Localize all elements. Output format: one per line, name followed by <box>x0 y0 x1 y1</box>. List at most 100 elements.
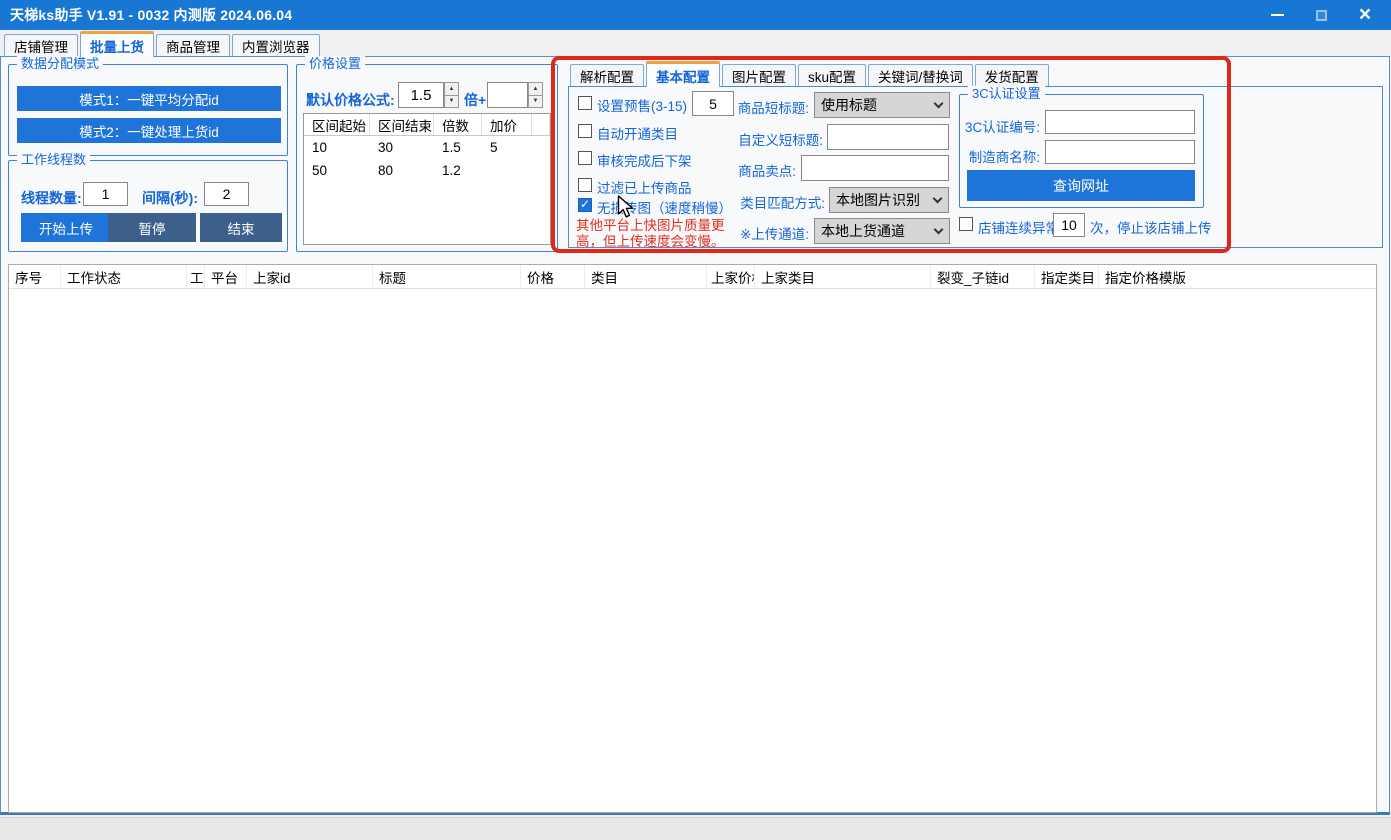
pause-button[interactable]: 暂停 <box>108 213 196 242</box>
mode2-button[interactable]: 模式2：一键处理上货id <box>17 118 281 143</box>
minimize-icon <box>1271 14 1284 16</box>
close-button[interactable]: × <box>1343 0 1387 30</box>
tab-builtin-browser[interactable]: 内置浏览器 <box>232 34 320 57</box>
short-title-select[interactable]: 使用标题 <box>814 92 950 118</box>
presale-checkbox[interactable] <box>578 96 592 110</box>
cert-no-label: 3C认证编号: <box>965 116 1040 136</box>
lossless-warning-line2: 高，但上传速度会变慢。 <box>576 230 725 250</box>
col-source-id[interactable]: 上家id <box>247 265 373 288</box>
interval-input[interactable] <box>204 182 249 206</box>
col-fission-sublink-id[interactable]: 裂变_子链id <box>931 265 1035 288</box>
jobs-table: 序号 工作状态 工 平台 上家id 标题 价格 类目 上家价格 上家类目 裂变_… <box>8 264 1377 813</box>
price-formula-spinner[interactable]: ▲▼ <box>444 82 459 108</box>
spinner-up-icon[interactable]: ▲ <box>444 82 459 96</box>
col-seq[interactable]: 序号 <box>9 265 61 288</box>
chevron-down-icon <box>933 193 943 203</box>
price-plus-spinner[interactable]: ▲▼ <box>528 82 543 108</box>
col-category[interactable]: 类目 <box>585 265 707 288</box>
delist-after-review-checkbox[interactable] <box>578 151 592 165</box>
col-source-price[interactable]: 上家价格 <box>707 265 755 288</box>
shop-abnormal-count-input[interactable] <box>1053 213 1085 237</box>
jobs-table-body[interactable] <box>9 289 1376 813</box>
spinner-up-icon[interactable]: ▲ <box>528 82 543 96</box>
spinner-down-icon[interactable]: ▼ <box>444 96 459 109</box>
filter-uploaded-label: 过滤已上传商品 <box>597 177 692 197</box>
col-platform[interactable]: 平台 <box>205 265 247 288</box>
tab-keyword-replace[interactable]: 关键词/替换词 <box>868 64 973 87</box>
upload-channel-label: ※上传通道: <box>740 223 809 243</box>
data-mode-group-title: 数据分配模式 <box>17 56 103 72</box>
col-assigned-category[interactable]: 指定类目 <box>1035 265 1099 288</box>
price-col-markup[interactable]: 加价 <box>482 114 532 135</box>
price-col-range-start[interactable]: 区间起始 <box>304 114 370 135</box>
shop-abnormal-label: 店铺连续异常 <box>978 217 1059 237</box>
lossless-image-checkbox[interactable] <box>578 198 592 212</box>
maximize-button[interactable] <box>1299 0 1343 30</box>
delist-after-review-label: 审核完成后下架 <box>597 150 692 170</box>
short-title-value: 使用标题 <box>821 95 877 115</box>
col-assigned-price-template[interactable]: 指定价格模版 <box>1099 265 1376 288</box>
selling-point-label: 商品卖点: <box>738 160 796 180</box>
price-col-filler <box>532 114 550 135</box>
price-table-header-row: 区间起始 区间结束 倍数 加价 <box>304 114 550 136</box>
price-table-row[interactable]: 50 80 1.2 <box>304 159 550 182</box>
query-url-button[interactable]: 查询网址 <box>967 170 1195 201</box>
price-range-table: 区间起始 区间结束 倍数 加价 10 30 1.5 5 50 80 1.2 <box>303 113 551 245</box>
tab-image-config[interactable]: 图片配置 <box>722 64 796 87</box>
basic-config-panel: 设置预售(3-15) 自动开通类目 审核完成后下架 过滤已上传商品 无损传图（速… <box>568 86 1383 248</box>
presale-days-input[interactable] <box>692 91 734 116</box>
price-formula-input[interactable] <box>398 82 444 108</box>
custom-short-title-label: 自定义短标题: <box>738 129 823 149</box>
minimize-button[interactable] <box>1255 0 1299 30</box>
stop-button[interactable]: 结束 <box>200 213 282 242</box>
start-upload-button[interactable]: 开始上传 <box>21 213 111 242</box>
thread-count-input[interactable] <box>83 182 128 206</box>
tab-sku-config[interactable]: sku配置 <box>798 64 866 87</box>
price-plus-input[interactable] <box>487 82 528 108</box>
mode1-button[interactable]: 模式1：一键平均分配id <box>17 86 281 111</box>
chevron-down-icon <box>934 224 944 234</box>
tab-shop-management[interactable]: 店铺管理 <box>4 34 78 57</box>
tab-batch-upload[interactable]: 批量上货 <box>80 31 154 57</box>
tab-parse-config[interactable]: 解析配置 <box>570 64 644 87</box>
manufacturer-input[interactable] <box>1045 140 1195 164</box>
close-icon: × <box>1359 4 1371 25</box>
tab-product-management[interactable]: 商品管理 <box>156 34 230 57</box>
maximize-icon <box>1316 10 1327 21</box>
upload-channel-select[interactable]: 本地上货通道 <box>814 218 950 244</box>
spinner-down-icon[interactable]: ▼ <box>528 96 543 109</box>
price-times-label: 倍+ <box>464 90 486 110</box>
col-title[interactable]: 标题 <box>373 265 521 288</box>
filter-uploaded-checkbox[interactable] <box>578 178 592 192</box>
col-truncated[interactable]: 工 <box>187 265 205 288</box>
cell-range-end: 80 <box>370 159 434 182</box>
cell-range-start: 50 <box>304 159 370 182</box>
auto-open-category-label: 自动开通类目 <box>597 123 678 143</box>
tab-basic-config[interactable]: 基本配置 <box>646 61 720 87</box>
window-controls: × <box>1255 0 1387 30</box>
interval-label: 间隔(秒): <box>142 188 198 208</box>
price-table-row[interactable]: 10 30 1.5 5 <box>304 136 550 159</box>
category-match-select[interactable]: 本地图片识别 <box>829 187 949 213</box>
col-price[interactable]: 价格 <box>521 265 585 288</box>
data-mode-group: 数据分配模式 模式1：一键平均分配id 模式2：一键处理上货id <box>8 64 288 156</box>
col-work-status[interactable]: 工作状态 <box>61 265 187 288</box>
selling-point-input[interactable] <box>801 155 949 181</box>
price-formula-label: 默认价格公式: <box>306 90 395 110</box>
cert-3c-group-title: 3C认证设置 <box>968 86 1045 102</box>
col-source-category[interactable]: 上家类目 <box>755 265 931 288</box>
shop-abnormal-checkbox[interactable] <box>959 217 973 231</box>
price-col-range-end[interactable]: 区间结束 <box>370 114 434 135</box>
tab-shipping-config[interactable]: 发货配置 <box>975 64 1049 87</box>
threads-group-title: 工作线程数 <box>17 152 90 168</box>
cell-markup: 5 <box>482 136 532 159</box>
price-col-multiplier[interactable]: 倍数 <box>434 114 482 135</box>
shop-abnormal-suffix: 次，停止该店铺上传 <box>1090 217 1212 237</box>
cert-no-input[interactable] <box>1045 110 1195 134</box>
price-group: 价格设置 默认价格公式: ▲▼ 倍+ ▲▼ 区间起始 区间结束 倍数 加价 10… <box>296 64 558 252</box>
category-match-label: 类目匹配方式: <box>740 192 825 212</box>
thread-count-label: 线程数量: <box>21 188 82 208</box>
window-title: 天梯ks助手 V1.91 - 0032 内测版 2024.06.04 <box>10 5 292 25</box>
custom-short-title-input[interactable] <box>827 124 949 150</box>
auto-open-category-checkbox[interactable] <box>578 124 592 138</box>
